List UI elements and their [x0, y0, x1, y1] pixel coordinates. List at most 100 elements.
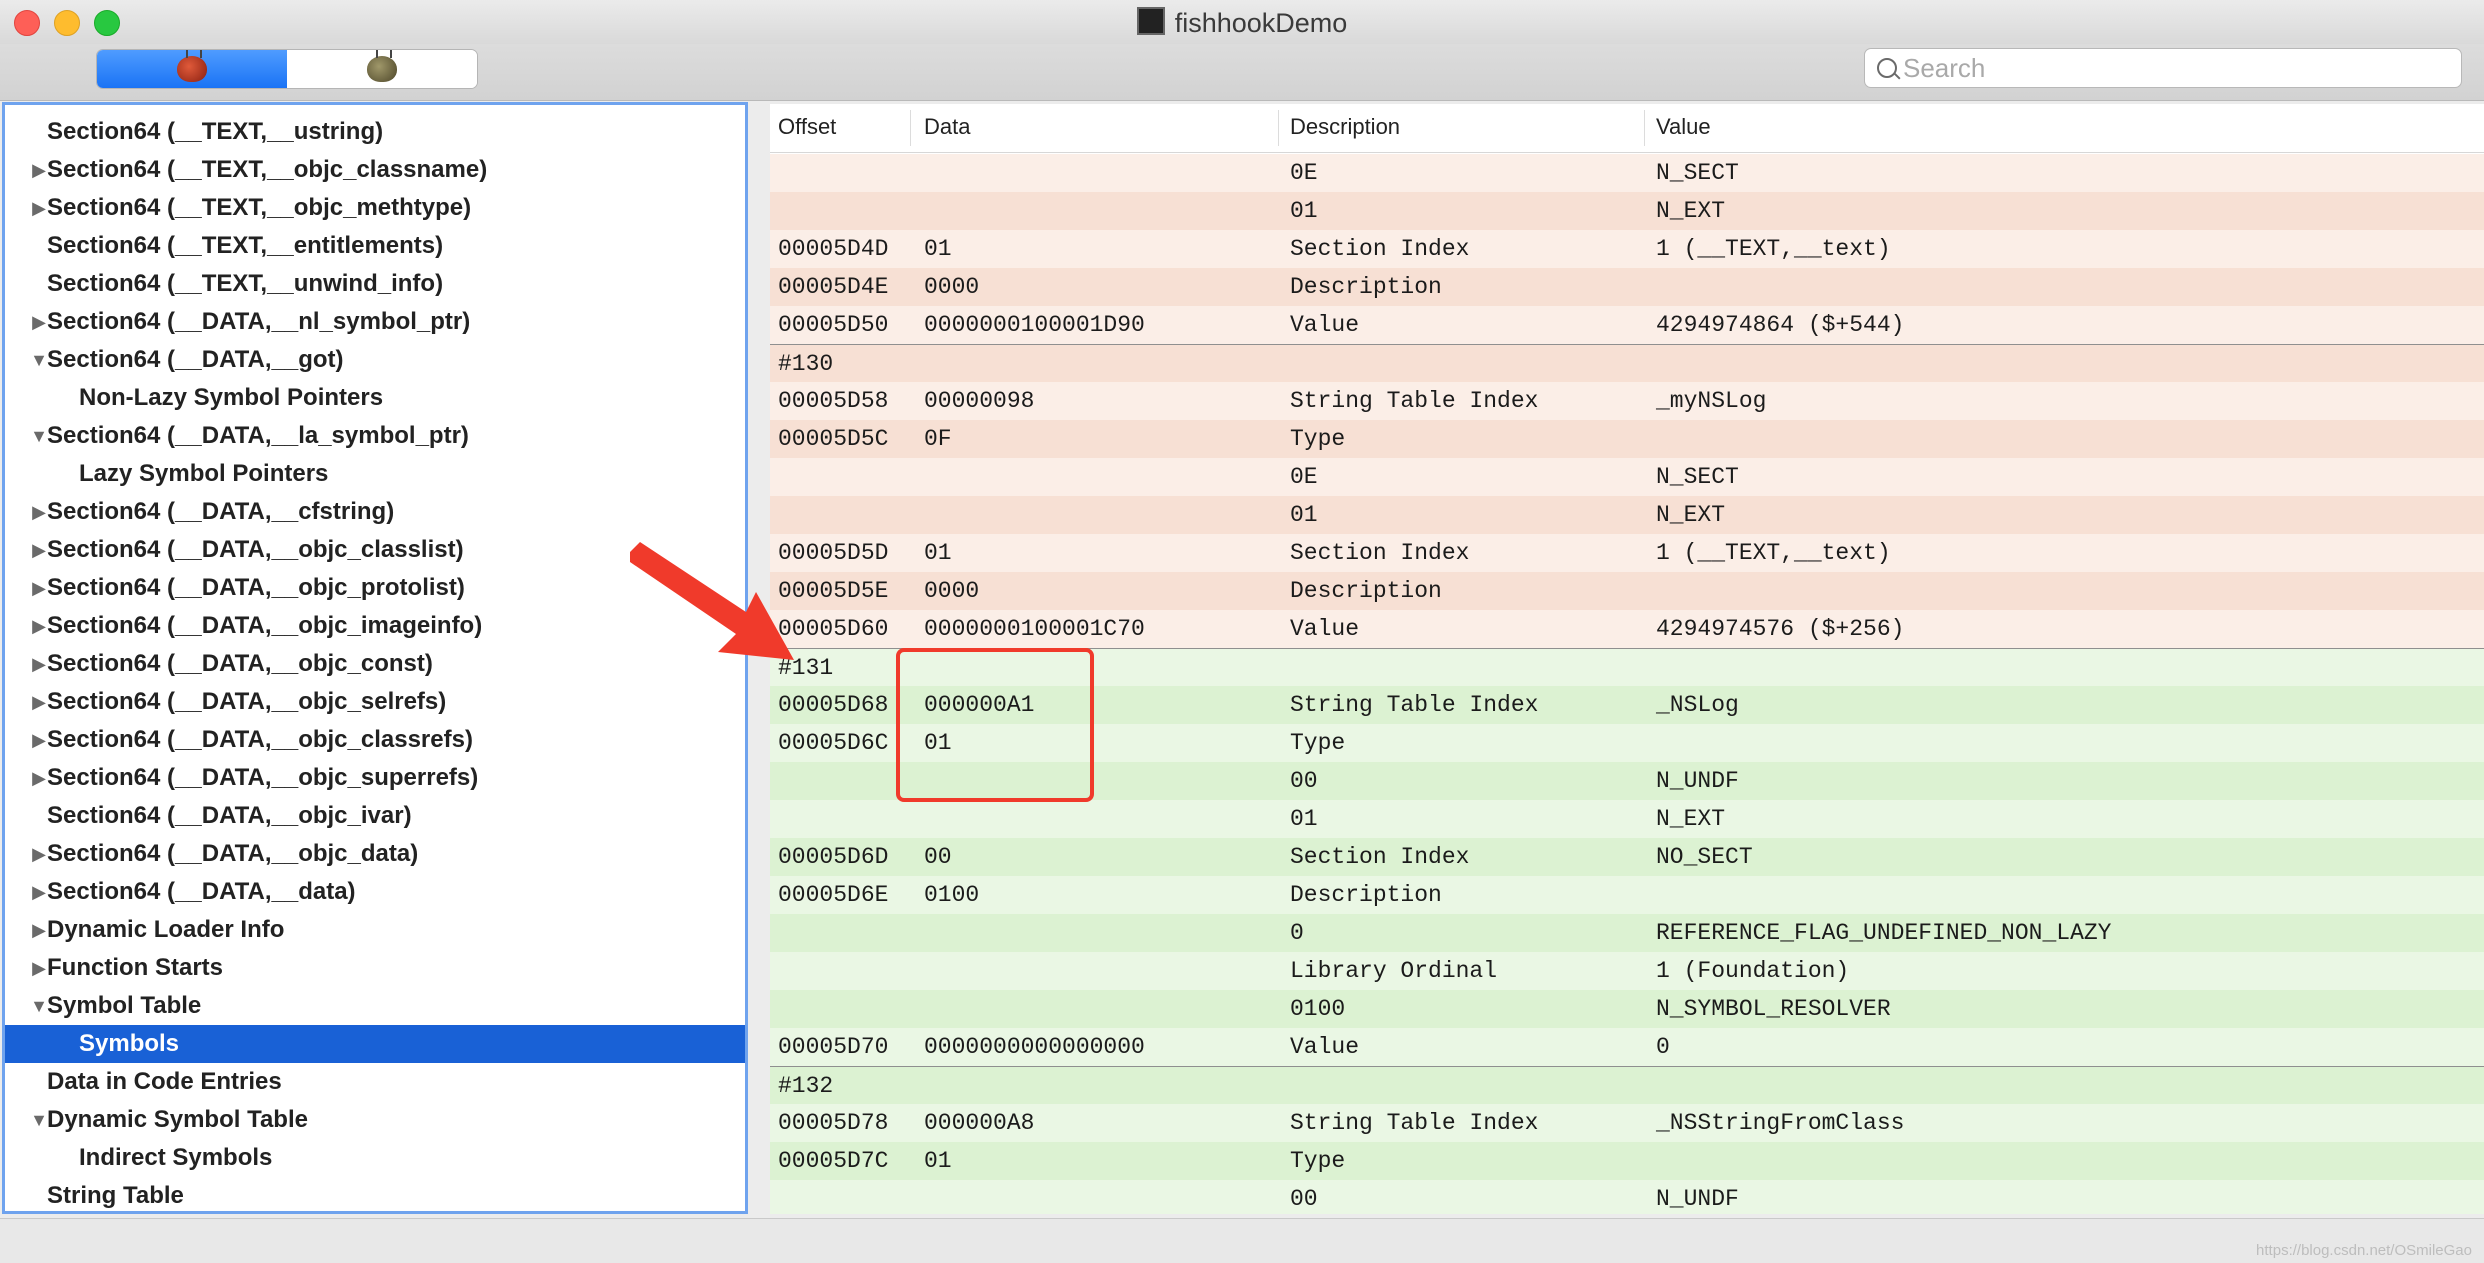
cell-value: 4294974576 ($+256)	[1656, 616, 1905, 642]
table-row[interactable]: 00005D58 00000098 String Table Index _myNSL…	[770, 382, 2484, 420]
cell-description: Value	[1290, 312, 1360, 338]
sidebar-item[interactable]: Symbols	[5, 1025, 745, 1063]
sidebar-item-label: Dynamic Loader Info	[47, 916, 285, 943]
cell-offset: 00005D70	[778, 1034, 889, 1060]
sidebar-item[interactable]: ▶ Section64 (__TEXT,__objc_methtype)	[5, 189, 745, 227]
sidebar-item[interactable]: ▶ Section64 (__DATA,__objc_superrefs)	[5, 759, 745, 797]
disclosure-collapsed-icon[interactable]: ▶	[29, 531, 49, 569]
disclosure-expanded-icon[interactable]: ▼	[29, 417, 49, 455]
table-row[interactable]: 01 N_EXT	[770, 496, 2484, 534]
sidebar-item[interactable]: ▼ Section64 (__DATA,__la_symbol_ptr)	[5, 417, 745, 455]
disclosure-collapsed-icon[interactable]: ▶	[29, 721, 49, 759]
table-row[interactable]: 01 N_EXT	[770, 192, 2484, 230]
cell-offset: 00005D6D	[778, 844, 889, 870]
sidebar-item[interactable]: ▶ Section64 (__DATA,__cfstring)	[5, 493, 745, 531]
sidebar-item-label: Indirect Symbols	[79, 1144, 273, 1171]
sidebar-item[interactable]: Data in Code Entries	[5, 1063, 745, 1101]
table-row[interactable]: 00005D4D 01 Section Index 1 (__TEXT,__text)	[770, 230, 2484, 268]
sidebar-item[interactable]: ▶ Section64 (__DATA,__objc_classrefs)	[5, 721, 745, 759]
sidebar-item[interactable]: Section64 (__TEXT,__unwind_info)	[5, 265, 745, 303]
column-header-value[interactable]: Value	[1656, 114, 1711, 140]
table-row[interactable]: 00005D6E 0100 Description	[770, 876, 2484, 914]
disclosure-expanded-icon[interactable]: ▼	[29, 987, 49, 1025]
column-header-offset[interactable]: Offset	[778, 114, 836, 140]
sidebar-item[interactable]: String Table	[5, 1177, 745, 1211]
cell-description: 0E	[1290, 464, 1318, 490]
sidebar-item[interactable]: ▶ Section64 (__DATA,__objc_data)	[5, 835, 745, 873]
sidebar-item[interactable]: ▶ Section64 (__TEXT,__objc_classname)	[5, 151, 745, 189]
disclosure-collapsed-icon[interactable]: ▶	[29, 151, 49, 189]
table-row[interactable]: 00005D78 000000A8 String Table Index _NSStr…	[770, 1104, 2484, 1142]
table-row[interactable]: 00005D4E 0000 Description	[770, 268, 2484, 306]
cell-description: 00	[1290, 768, 1318, 794]
column-divider[interactable]	[1644, 110, 1645, 146]
sidebar-item[interactable]: ▶ Section64 (__DATA,__data)	[5, 873, 745, 911]
table-row[interactable]: 0100 N_SYMBOL_RESOLVER	[770, 990, 2484, 1028]
disclosure-collapsed-icon[interactable]: ▶	[29, 873, 49, 911]
cell-data: 0000000100001C70	[924, 616, 1145, 642]
table-row[interactable]: 00005D70 0000000000000000 Value 0	[770, 1028, 2484, 1066]
table-row[interactable]: 0 REFERENCE_FLAG_UNDEFINED_NON_LAZY	[770, 914, 2484, 952]
table-row[interactable]: 01 N_EXT	[770, 800, 2484, 838]
cell-description: Section Index	[1290, 844, 1470, 870]
disclosure-collapsed-icon[interactable]: ▶	[29, 189, 49, 227]
disclosure-expanded-icon[interactable]: ▼	[29, 1101, 49, 1139]
table-row[interactable]: 00005D5D 01 Section Index 1 (__TEXT,__text)	[770, 534, 2484, 572]
cell-data: 0000000000000000	[924, 1034, 1145, 1060]
disclosure-collapsed-icon[interactable]: ▶	[29, 645, 49, 683]
disclosure-collapsed-icon[interactable]: ▶	[29, 569, 49, 607]
column-divider[interactable]	[910, 110, 911, 146]
table-row[interactable]: 0E N_SECT	[770, 458, 2484, 496]
sidebar-item[interactable]: ▶ Section64 (__DATA,__objc_selrefs)	[5, 683, 745, 721]
sidebar-item[interactable]: ▶ Section64 (__DATA,__nl_symbol_ptr)	[5, 303, 745, 341]
sidebar-item[interactable]: Section64 (__DATA,__objc_ivar)	[5, 797, 745, 835]
sidebar-item[interactable]: Indirect Symbols	[5, 1139, 745, 1177]
disclosure-collapsed-icon[interactable]: ▶	[29, 911, 49, 949]
sidebar-item[interactable]: Non-Lazy Symbol Pointers	[5, 379, 745, 417]
sidebar-item[interactable]: Lazy Symbol Pointers	[5, 455, 745, 493]
sidebar-item[interactable]: ▶ Function Starts	[5, 949, 745, 987]
column-header-description[interactable]: Description	[1290, 114, 1400, 140]
cell-value: NO_SECT	[1656, 844, 1753, 870]
table-row[interactable]: Library Ordinal 1 (Foundation)	[770, 952, 2484, 990]
toolbar	[0, 44, 2484, 101]
table-row[interactable]: 00 N_UNDF	[770, 1180, 2484, 1214]
cell-offset: 00005D7C	[778, 1148, 889, 1174]
sidebar-item-label: Section64 (__DATA,__objc_classrefs)	[47, 726, 473, 753]
disclosure-collapsed-icon[interactable]: ▶	[29, 607, 49, 645]
sidebar-item[interactable]: Section64 (__TEXT,__ustring)	[5, 113, 745, 151]
table-row[interactable]: #130	[770, 344, 2484, 382]
raw-view-segment[interactable]	[97, 50, 287, 88]
sidebar-item[interactable]: ▶ Dynamic Loader Info	[5, 911, 745, 949]
disclosure-collapsed-icon[interactable]: ▶	[29, 683, 49, 721]
column-header-data[interactable]: Data	[924, 114, 970, 140]
table-row[interactable]: 00005D7C 01 Type	[770, 1142, 2484, 1180]
table-row[interactable]: 00005D50 0000000100001D90 Value 4294974864 …	[770, 306, 2484, 344]
disclosure-collapsed-icon[interactable]: ▶	[29, 949, 49, 987]
sidebar-item[interactable]: Section64 (__TEXT,__entitlements)	[5, 227, 745, 265]
sidebar-item[interactable]: ▼ Dynamic Symbol Table	[5, 1101, 745, 1139]
table-row[interactable]: 00005D6D 00 Section Index NO_SECT	[770, 838, 2484, 876]
sidebar-item-label: Section64 (__DATA,__got)	[47, 346, 344, 373]
column-divider[interactable]	[1278, 110, 1279, 146]
disclosure-collapsed-icon[interactable]: ▶	[29, 759, 49, 797]
structured-view-segment[interactable]	[287, 50, 477, 88]
cell-description: Type	[1290, 1148, 1346, 1174]
disclosure-collapsed-icon[interactable]: ▶	[29, 303, 49, 341]
disclosure-collapsed-icon[interactable]: ▶	[29, 835, 49, 873]
sidebar-item[interactable]: ▼ Symbol Table	[5, 987, 745, 1025]
disclosure-collapsed-icon[interactable]: ▶	[29, 493, 49, 531]
table-row[interactable]: 00005D60 0000000100001C70 Value 4294974576 …	[770, 610, 2484, 648]
view-mode-segmented-control[interactable]	[96, 49, 478, 89]
cell-data: 0000000100001D90	[924, 312, 1145, 338]
sidebar-item[interactable]: ▼ Section64 (__DATA,__got)	[5, 341, 745, 379]
table-row[interactable]: 00005D5E 0000 Description	[770, 572, 2484, 610]
cell-description: 0E	[1290, 160, 1318, 186]
cell-offset: 00005D78	[778, 1110, 889, 1136]
disclosure-expanded-icon[interactable]: ▼	[29, 341, 49, 379]
table-row[interactable]: 0E N_SECT	[770, 154, 2484, 192]
table-row[interactable]: 00005D5C 0F Type	[770, 420, 2484, 458]
search-input[interactable]	[1901, 49, 2445, 87]
table-row[interactable]: #132	[770, 1066, 2484, 1104]
search-field[interactable]	[1864, 48, 2462, 88]
